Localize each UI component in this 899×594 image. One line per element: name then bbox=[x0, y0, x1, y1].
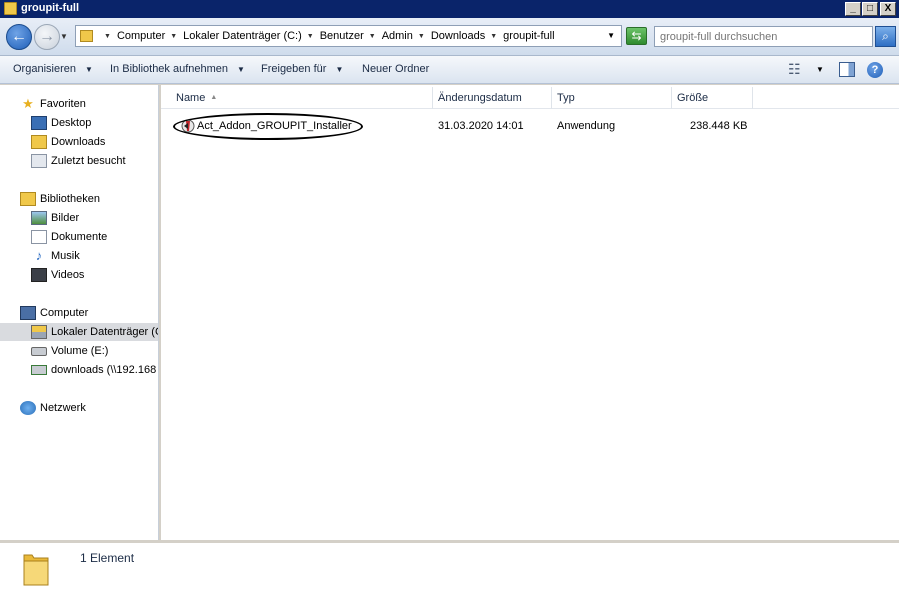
breadcrumb-item-drive[interactable]: ▼ Lokaler Datenträger (C:) bbox=[165, 30, 302, 42]
help-icon[interactable]: ? bbox=[867, 62, 883, 78]
documents-icon bbox=[31, 230, 47, 244]
search-input[interactable] bbox=[654, 26, 873, 47]
breadcrumb-item-downloads[interactable]: ▼ Downloads bbox=[413, 30, 485, 42]
recent-places-icon bbox=[31, 154, 47, 168]
sidebar-item-favorites[interactable]: ★ Favoriten bbox=[20, 95, 158, 113]
chevron-down-icon[interactable]: ▼ bbox=[418, 33, 425, 40]
drive-icon bbox=[31, 346, 47, 356]
chevron-down-icon[interactable]: ▼ bbox=[490, 33, 497, 40]
chevron-down-icon: ▼ bbox=[335, 64, 344, 74]
folder-icon bbox=[4, 2, 17, 15]
folder-icon bbox=[80, 30, 93, 42]
navigation-pane: ★ Favoriten Desktop Downloads Zuletzt bes… bbox=[0, 85, 159, 540]
breadcrumb[interactable]: ▼ Computer ▼ Lokaler Datenträger (C:) ▼ Ben… bbox=[75, 25, 622, 47]
column-headers: Name ▲ Änderungsdatum Typ Größe bbox=[161, 85, 899, 109]
address-dropdown-icon[interactable]: ▼ bbox=[607, 31, 615, 40]
drive-icon bbox=[31, 325, 47, 339]
title-bar: groupit-full _ □ X bbox=[0, 0, 899, 18]
back-button[interactable]: ← bbox=[6, 24, 32, 50]
sidebar-item-volume-e[interactable]: Volume (E:) bbox=[31, 342, 158, 360]
sidebar-item-music[interactable]: ♪ Musik bbox=[31, 247, 158, 265]
close-button[interactable]: X bbox=[880, 2, 896, 16]
sidebar-item-network-drive[interactable]: downloads (\\192.168 bbox=[31, 361, 158, 379]
item-count: 1 Element bbox=[80, 551, 135, 565]
pictures-icon bbox=[31, 211, 47, 225]
refresh-button[interactable]: ⇆ bbox=[626, 27, 647, 45]
sidebar-item-videos[interactable]: Videos bbox=[31, 266, 158, 284]
new-folder-button[interactable]: Neuer Ordner bbox=[362, 63, 429, 75]
network-drive-icon bbox=[31, 365, 47, 375]
window-title: groupit-full bbox=[21, 2, 80, 14]
chevron-down-icon: ▼ bbox=[237, 64, 245, 74]
forward-button[interactable]: → bbox=[34, 24, 60, 50]
sidebar-item-pictures[interactable]: Bilder bbox=[31, 209, 158, 227]
folder-icon bbox=[23, 554, 49, 586]
share-with-button[interactable]: Freigeben für ▼ bbox=[261, 63, 343, 75]
chevron-down-icon[interactable]: ▼ bbox=[369, 33, 376, 40]
sidebar-item-network[interactable]: Netzwerk bbox=[20, 399, 158, 417]
chevron-down-icon[interactable]: ▼ bbox=[307, 33, 314, 40]
breadcrumb-item-computer[interactable]: ▼ Computer bbox=[99, 30, 165, 42]
address-bar: ← → ▼ ▼ Computer ▼ Lokaler Datenträger (C:… bbox=[0, 18, 899, 56]
computer-icon bbox=[20, 306, 36, 320]
sidebar-item-recent[interactable]: Zuletzt besucht bbox=[31, 152, 158, 170]
file-date: 31.03.2020 14:01 bbox=[438, 120, 524, 132]
details-pane: 1 Element bbox=[0, 540, 899, 594]
breadcrumb-item-admin[interactable]: ▼ Admin bbox=[364, 30, 413, 42]
sidebar-item-desktop[interactable]: Desktop bbox=[31, 114, 158, 132]
file-size: 238.448 KB bbox=[690, 120, 748, 132]
chevron-down-icon[interactable]: ▼ bbox=[170, 33, 177, 40]
desktop-icon bbox=[31, 116, 47, 130]
column-header-date[interactable]: Änderungsdatum bbox=[433, 87, 552, 109]
chevron-down-icon[interactable]: ▼ bbox=[816, 65, 824, 74]
history-dropdown-icon[interactable]: ▼ bbox=[60, 32, 68, 41]
sidebar-item-libraries[interactable]: Bibliotheken bbox=[20, 190, 158, 208]
chevron-down-icon: ▼ bbox=[84, 64, 93, 74]
preview-pane-icon[interactable] bbox=[839, 62, 855, 77]
column-header-name[interactable]: Name ▲ bbox=[171, 87, 433, 109]
command-bar: Organisieren ▼ In Bibliothek aufnehmen ▼ F… bbox=[0, 56, 899, 84]
sidebar-item-documents[interactable]: Dokumente bbox=[31, 228, 158, 246]
search-icon[interactable]: ⌕ bbox=[875, 26, 896, 47]
libraries-icon bbox=[20, 192, 36, 206]
breadcrumb-item-users[interactable]: ▼ Benutzer bbox=[302, 30, 364, 42]
highlight-annotation bbox=[173, 113, 363, 140]
music-icon: ♪ bbox=[35, 248, 43, 263]
minimize-button[interactable]: _ bbox=[845, 2, 861, 16]
table-row[interactable]: Act_Addon_GROUPIT_Installer 31.03.2020 1… bbox=[161, 113, 899, 140]
videos-icon bbox=[31, 268, 47, 282]
network-icon bbox=[20, 401, 36, 415]
maximize-button[interactable]: □ bbox=[862, 2, 878, 16]
file-list: Name ▲ Änderungsdatum Typ Größe Act_Addon… bbox=[161, 85, 899, 540]
sort-ascending-icon: ▲ bbox=[210, 94, 218, 101]
breadcrumb-item-groupit[interactable]: ▼ groupit-full bbox=[485, 30, 554, 42]
file-type: Anwendung bbox=[557, 120, 616, 132]
sidebar-item-downloads[interactable]: Downloads bbox=[31, 133, 158, 151]
column-header-size[interactable]: Größe bbox=[672, 87, 753, 109]
add-to-library-button[interactable]: In Bibliothek aufnehmen ▼ bbox=[110, 63, 245, 75]
chevron-down-icon[interactable]: ▼ bbox=[104, 33, 111, 40]
downloads-folder-icon bbox=[31, 135, 47, 149]
view-options-icon[interactable]: ☷ bbox=[788, 62, 804, 77]
organize-button[interactable]: Organisieren ▼ bbox=[13, 63, 93, 75]
star-icon: ★ bbox=[22, 96, 34, 111]
sidebar-item-computer[interactable]: Computer bbox=[20, 304, 158, 322]
sidebar-item-local-disk[interactable]: Lokaler Datenträger (C bbox=[0, 323, 158, 341]
column-header-type[interactable]: Typ bbox=[552, 87, 672, 109]
